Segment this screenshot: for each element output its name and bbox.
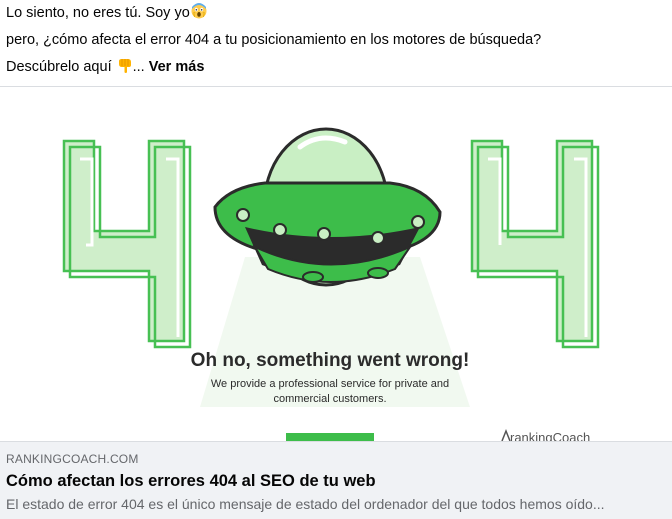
404-illustration: Oh no, something went wrong! We provide … xyxy=(62,127,600,441)
post-ellipsis: ... xyxy=(132,59,145,75)
digit-four-left xyxy=(62,139,192,349)
see-more-link[interactable]: Ver más xyxy=(149,59,205,75)
post-line-1-text: Lo siento, no eres tú. Soy yo xyxy=(6,5,190,21)
link-title[interactable]: Cómo afectan los errores 404 al SEO de t… xyxy=(6,472,376,491)
rankingcoach-logo-icon xyxy=(501,428,511,441)
link-preview-meta[interactable]: RANKINGCOACH.COM Cómo afectan los errore… xyxy=(0,441,672,519)
preview-cta-button xyxy=(286,433,374,441)
preview-body-line-1: We provide a professional service for pr… xyxy=(211,378,449,390)
link-preview-card[interactable]: Oh no, something went wrong! We provide … xyxy=(0,86,672,519)
digit-four-right xyxy=(470,139,600,349)
post-line-1: Lo siento, no eres tú. Soy yo xyxy=(6,0,666,27)
post-line-3: Descúbrelo aquí ... Ver más xyxy=(6,54,666,81)
screaming-face-icon xyxy=(191,2,207,19)
post-message: Lo siento, no eres tú. Soy yo pero, ¿cóm… xyxy=(6,0,666,81)
post-line-3-text: Descúbrelo aquí xyxy=(6,59,112,75)
link-description: El estado de error 404 es el único mensa… xyxy=(6,496,605,512)
link-preview-image[interactable]: Oh no, something went wrong! We provide … xyxy=(0,87,672,441)
link-domain: RANKINGCOACH.COM xyxy=(6,452,139,466)
post-line-2: pero, ¿cómo afecta el error 404 a tu pos… xyxy=(6,32,542,48)
pointing-down-hand-icon xyxy=(117,56,133,73)
preview-body-line-2: commercial customers. xyxy=(273,393,386,405)
preview-logo-text: rankingCoach xyxy=(510,430,590,441)
preview-headline: Oh no, something went wrong! xyxy=(191,350,470,371)
